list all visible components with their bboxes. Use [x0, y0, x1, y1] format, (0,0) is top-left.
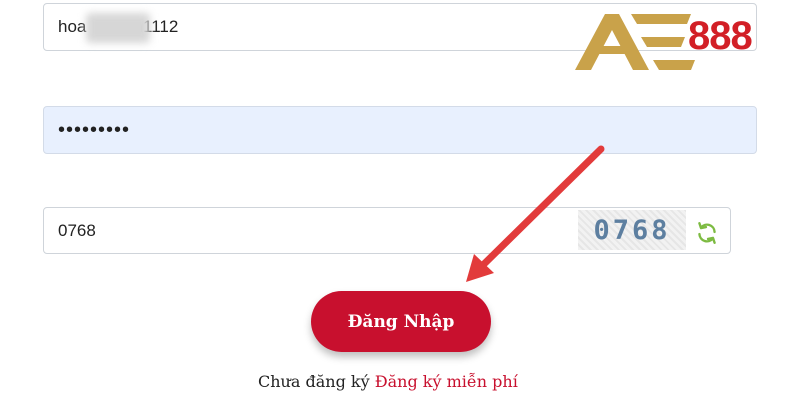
- password-field[interactable]: [43, 106, 757, 154]
- ae888-logo: [575, 14, 695, 70]
- captcha-image: 0768: [578, 210, 686, 250]
- register-prompt-text: Chưa đăng ký: [258, 372, 370, 391]
- register-link[interactable]: Đăng ký miễn phí: [375, 372, 518, 391]
- refresh-icon[interactable]: [694, 220, 720, 246]
- register-prompt: Chưa đăng ký Đăng ký miễn phí: [258, 372, 518, 391]
- username-redaction: [86, 13, 150, 43]
- logo-text: 888: [688, 14, 753, 58]
- login-button[interactable]: Đăng Nhập: [311, 291, 491, 352]
